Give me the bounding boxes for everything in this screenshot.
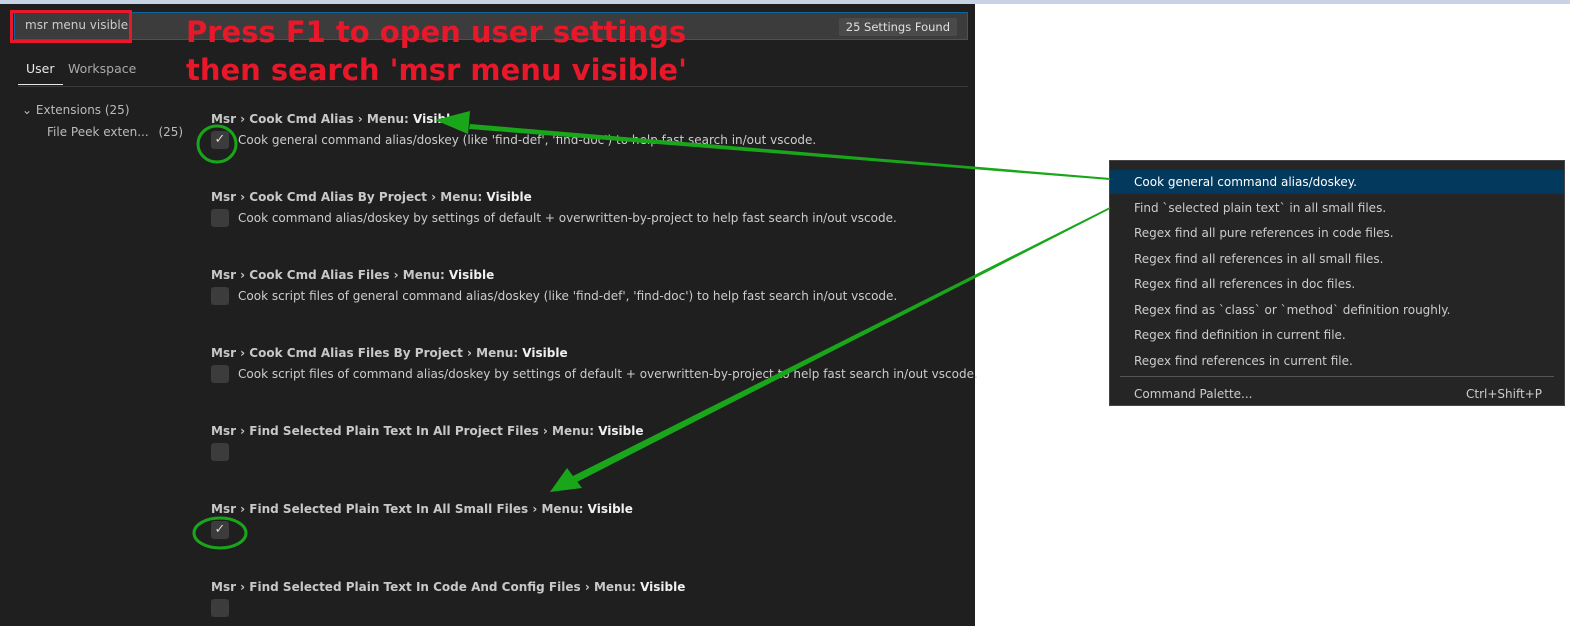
menu-item[interactable]: Regex find references in current file. <box>1110 349 1564 373</box>
menu-item-command-palette[interactable]: Command Palette... Ctrl+Shift+P <box>1110 382 1564 406</box>
setting-path: Msr › Cook Cmd Alias By Project › Menu: <box>211 190 487 204</box>
setting-checkbox[interactable] <box>211 443 229 461</box>
setting-description: Cook command alias/doskey by settings of… <box>238 211 897 225</box>
setting-key: Visible <box>413 112 459 126</box>
setting-description: Cook script files of command alias/doske… <box>238 367 978 381</box>
menu-item-label: Regex find as `class` or `method` defini… <box>1134 302 1451 317</box>
menu-item-label: Regex find references in current file. <box>1134 353 1353 368</box>
menu-item-label: Regex find all pure references in code f… <box>1134 226 1394 240</box>
chevron-down-icon: ⌄ <box>22 103 33 117</box>
setting-path: Msr › Cook Cmd Alias Files By Project › … <box>211 346 523 360</box>
setting-key: Visible <box>522 346 568 360</box>
setting-title: Msr › Find Selected Plain Text In Code A… <box>211 580 685 594</box>
setting-key: Visible <box>448 268 495 282</box>
setting-item: Msr › Find Selected Plain Text In All Pr… <box>211 424 644 461</box>
menu-item-label: Command Palette... <box>1134 387 1253 401</box>
setting-checkbox[interactable]: ✓ <box>211 131 229 149</box>
setting-description: Cook script files of general command ali… <box>238 289 898 303</box>
setting-key: Visible <box>587 502 633 516</box>
menu-item-label: Regex find all references in doc files. <box>1134 277 1356 291</box>
tree-child-label: File Peek exten... <box>47 125 149 139</box>
keybinding-label: Ctrl+Shift+P <box>1466 387 1542 401</box>
menu-item-label: Find `selected plain text` in all small … <box>1134 200 1387 215</box>
settings-scope-tabs: User Workspace <box>18 56 968 87</box>
menu-item[interactable]: Regex find all pure references in code f… <box>1110 221 1564 245</box>
tab-workspace[interactable]: Workspace <box>68 61 136 76</box>
menu-item[interactable]: Regex find all references in all small f… <box>1110 247 1564 271</box>
annotation-line-1: Press F1 to open user settings <box>186 15 687 49</box>
setting-title: Msr › Cook Cmd Alias Files › Menu: Visib… <box>211 268 897 282</box>
menu-item[interactable]: Find `selected plain text` in all small … <box>1110 196 1564 220</box>
setting-item: Msr › Find Selected Plain Text In All Sm… <box>211 502 633 539</box>
tab-user[interactable]: User <box>18 61 63 85</box>
menu-item[interactable]: Regex find definition in current file. <box>1110 323 1564 347</box>
menu-separator <box>1120 376 1554 377</box>
setting-path: Msr › Cook Cmd Alias Files › Menu: <box>211 268 449 282</box>
setting-path: Msr › Find Selected Plain Text In Code A… <box>211 580 641 594</box>
setting-title: Msr › Cook Cmd Alias By Project › Menu: … <box>211 190 897 204</box>
context-menu: Cook general command alias/doskey. Find `… <box>1109 160 1565 406</box>
menu-item[interactable]: Regex find all references in doc files. <box>1110 272 1564 296</box>
setting-path: Msr › Cook Cmd Alias › Menu: <box>211 112 414 126</box>
setting-description: Cook general command alias/doskey (like … <box>238 133 817 147</box>
setting-item: Msr › Cook Cmd Alias By Project › Menu: … <box>211 190 897 227</box>
setting-checkbox[interactable] <box>211 599 229 617</box>
setting-path: Msr › Find Selected Plain Text In All Pr… <box>211 424 599 438</box>
menu-item[interactable]: Regex find as `class` or `method` defini… <box>1110 298 1564 322</box>
search-highlight-box <box>10 10 132 43</box>
setting-key: Visible <box>640 580 686 594</box>
setting-checkbox[interactable]: ✓ <box>211 521 229 539</box>
setting-title: Msr › Cook Cmd Alias Files By Project › … <box>211 346 978 360</box>
setting-key: Visible <box>486 190 532 204</box>
setting-title: Msr › Find Selected Plain Text In All Pr… <box>211 424 644 438</box>
menu-item-label: Cook general command alias/doskey. <box>1134 175 1357 189</box>
setting-checkbox[interactable] <box>211 365 229 383</box>
setting-checkbox[interactable] <box>211 209 229 227</box>
setting-path: Msr › Find Selected Plain Text In All Sm… <box>211 502 588 516</box>
menu-item-label: Regex find all references in all small f… <box>1134 251 1384 266</box>
setting-checkbox[interactable] <box>211 287 229 305</box>
menu-item[interactable]: Cook general command alias/doskey. <box>1110 170 1564 194</box>
setting-item: Msr › Cook Cmd Alias Files By Project › … <box>211 346 978 383</box>
tree-item-extensions[interactable]: ⌄ Extensions (25) <box>22 103 130 117</box>
tree-item-file-peek[interactable]: File Peek exten... (25) <box>47 125 183 139</box>
setting-item: Msr › Cook Cmd Alias › Menu: Visible ✓ Co… <box>211 112 816 149</box>
setting-title: Msr › Find Selected Plain Text In All Sm… <box>211 502 633 516</box>
setting-item: Msr › Find Selected Plain Text In Code A… <box>211 580 685 617</box>
setting-key: Visible <box>598 424 644 438</box>
results-count-badge: 25 Settings Found <box>838 18 957 36</box>
tree-group-label: Extensions (25) <box>35 103 130 117</box>
menu-item-label: Regex find definition in current file. <box>1134 328 1346 342</box>
setting-title: Msr › Cook Cmd Alias › Menu: Visible <box>211 112 816 126</box>
setting-item: Msr › Cook Cmd Alias Files › Menu: Visib… <box>211 268 897 305</box>
tree-child-count: (25) <box>158 125 184 139</box>
